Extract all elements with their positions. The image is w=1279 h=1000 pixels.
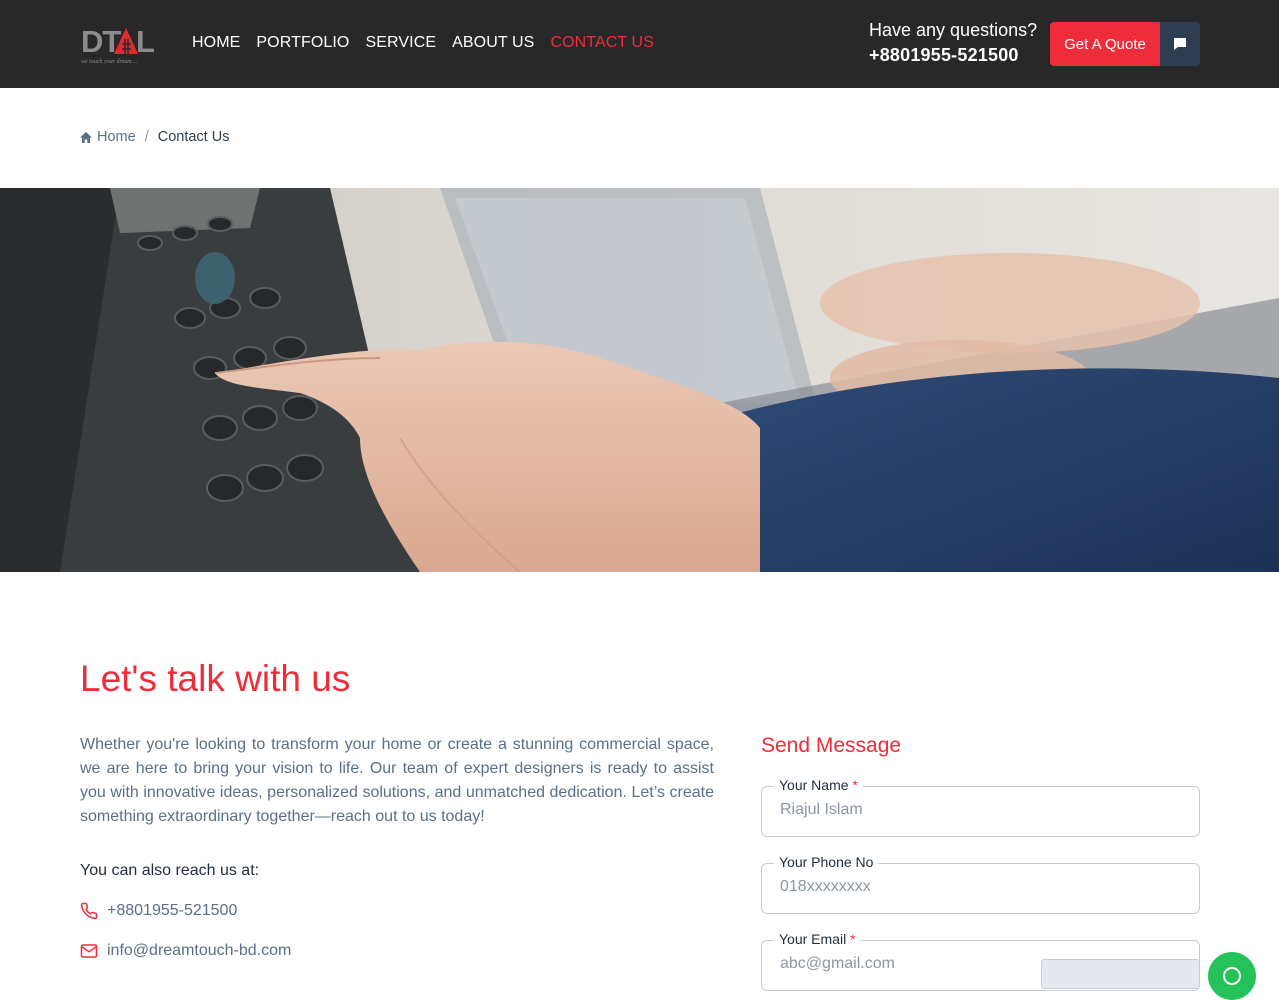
- nav-about-us[interactable]: ABOUT US: [452, 34, 534, 52]
- breadcrumb-current: Contact Us: [157, 129, 230, 145]
- chat-bubble-icon: [1174, 38, 1186, 50]
- get-quote-button[interactable]: Get A Quote: [1050, 22, 1160, 66]
- chat-widget-popup[interactable]: [1041, 959, 1200, 989]
- name-field: Your Name *: [761, 777, 1200, 837]
- contact-email-line[interactable]: info@dreamtouch-bd.com: [80, 942, 291, 960]
- hero-photo: [0, 188, 1279, 572]
- main-nav: HOME PORTFOLIO SERVICE ABOUT US CONTACT …: [192, 34, 654, 52]
- send-message-heading: Send Message: [761, 734, 902, 757]
- page-title: Let's talk with us: [80, 658, 351, 699]
- reach-us-label: You can also reach us at:: [80, 862, 260, 879]
- nav-portfolio[interactable]: PORTFOLIO: [256, 34, 349, 52]
- contact-email: info@dreamtouch-bd.com: [107, 942, 292, 959]
- site-logo[interactable]: DT L we touch your dream....: [80, 22, 160, 66]
- phone-field: Your Phone No: [761, 854, 1200, 914]
- contact-phone-line[interactable]: +8801955-521500: [80, 902, 237, 920]
- breadcrumb-home-label: Home: [97, 129, 136, 145]
- name-input[interactable]: [780, 801, 1180, 819]
- whatsapp-button[interactable]: [1208, 952, 1256, 1000]
- svg-text:L: L: [136, 24, 155, 59]
- nav-home[interactable]: HOME: [192, 34, 240, 52]
- whatsapp-icon: [1223, 967, 1241, 985]
- email-field-label: Your Email *: [774, 931, 861, 947]
- header-contact-block: Have any questions? +8801955-521500: [869, 19, 1037, 69]
- nav-service[interactable]: SERVICE: [365, 34, 436, 52]
- contact-phone: +8801955-521500: [107, 902, 238, 919]
- name-field-label: Your Name *: [774, 777, 863, 793]
- intro-paragraph: Whether you're looking to transform your…: [80, 736, 714, 825]
- breadcrumb-separator: /: [144, 129, 149, 145]
- phone-input[interactable]: [780, 878, 1180, 896]
- home-icon: [80, 131, 92, 143]
- mail-icon: [80, 944, 98, 958]
- breadcrumb-home[interactable]: Home: [80, 129, 136, 145]
- nav-contact-us[interactable]: CONTACT US: [550, 34, 654, 52]
- phone-icon: [80, 902, 98, 920]
- header-phone[interactable]: +8801955-521500: [869, 41, 1037, 69]
- breadcrumb: Home / Contact Us: [80, 129, 229, 145]
- site-header: DT L we touch your dream.... HOME PORTFO…: [0, 0, 1279, 88]
- chat-button[interactable]: [1160, 22, 1200, 66]
- questions-text: Have any questions?: [869, 20, 1038, 40]
- svg-text:we touch your dream....: we touch your dream....: [81, 59, 138, 65]
- phone-field-label: Your Phone No: [774, 854, 879, 870]
